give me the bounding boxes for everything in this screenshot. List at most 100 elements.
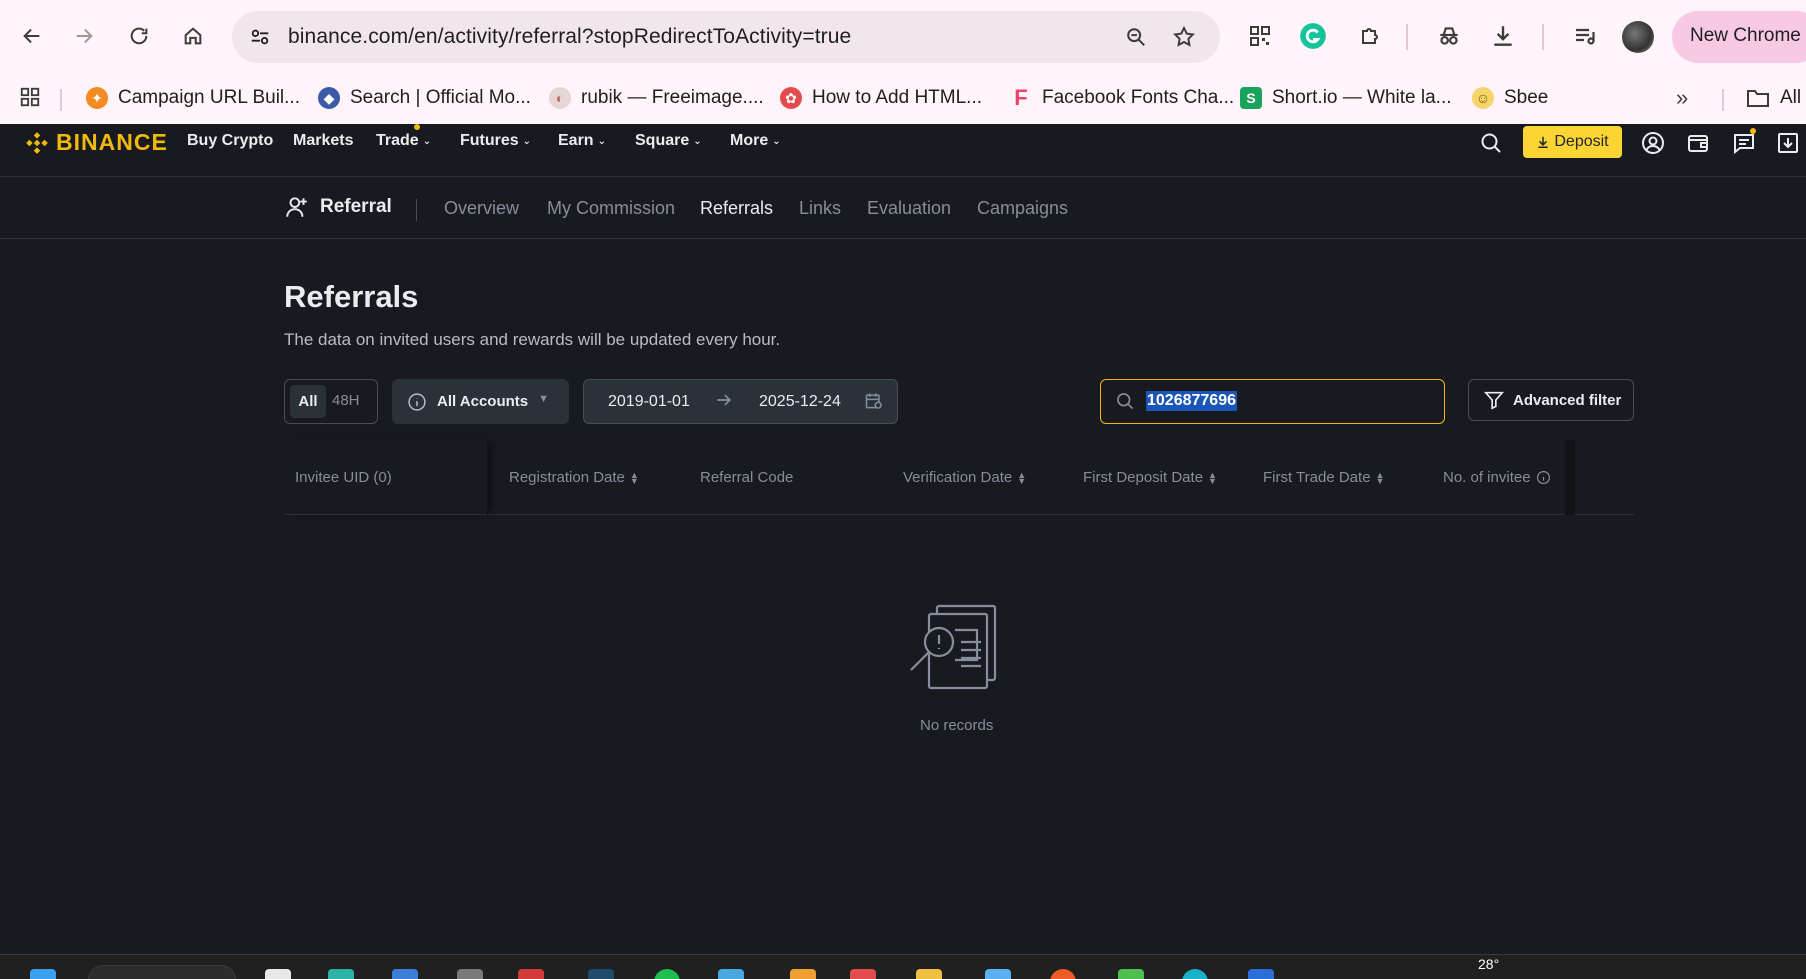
taskbar-search[interactable]	[88, 965, 236, 979]
column-first-trade-date[interactable]: First Trade Date ▲ ▼	[1263, 469, 1384, 486]
taskbar-app-icon[interactable]	[588, 969, 614, 979]
calendar-icon[interactable]	[864, 391, 884, 416]
zoom-icon[interactable]	[1122, 23, 1150, 51]
nav-more[interactable]: More ⌄	[730, 132, 781, 150]
apps-grid-icon[interactable]	[16, 83, 44, 111]
media-queue-icon[interactable]	[1566, 17, 1604, 55]
taskbar-app-icon[interactable]	[392, 969, 418, 979]
advanced-filter-button[interactable]: Advanced filter	[1468, 379, 1634, 421]
taskbar-app-icon[interactable]	[790, 969, 816, 979]
taskbar-app-icon[interactable]	[265, 969, 291, 979]
bookmark-label: rubik — Freeimage....	[581, 87, 764, 108]
taskbar-app-icon[interactable]	[850, 969, 876, 979]
column-referral-code: Referral Code	[700, 469, 793, 486]
site-settings-icon[interactable]	[246, 23, 274, 51]
taskbar-app-icon[interactable]	[328, 969, 354, 979]
binance-logo[interactable]: BINANCE	[24, 129, 168, 156]
download-icon[interactable]	[1484, 17, 1522, 55]
chevron-down-icon: ⌄	[422, 135, 432, 147]
tab-evaluation[interactable]: Evaluation	[867, 198, 951, 219]
date-start[interactable]: 2019-01-01	[608, 393, 690, 411]
nav-trade[interactable]: Trade ⌄	[376, 132, 431, 150]
taskbar-app-icon[interactable]	[1118, 969, 1144, 979]
binance-app: BINANCE Buy Crypto Markets Trade ⌄ Future…	[0, 124, 1806, 954]
tab-referrals[interactable]: Referrals	[700, 198, 773, 219]
profile-avatar[interactable]	[1622, 21, 1654, 53]
period-all-button[interactable]: All	[290, 385, 326, 418]
sort-icon[interactable]: ▲ ▼	[1208, 470, 1217, 485]
more-bookmarks-button[interactable]: »	[1676, 81, 1688, 115]
bookmark-label: Campaign URL Buil...	[118, 87, 300, 108]
column-verification-date[interactable]: Verification Date ▲ ▼	[903, 469, 1026, 486]
bookmark-item[interactable]: ✦ Campaign URL Buil...	[86, 81, 300, 115]
tab-my-commission[interactable]: My Commission	[547, 198, 675, 219]
extensions-puzzle-icon[interactable]	[1351, 17, 1389, 55]
caret-down-icon: ▼	[538, 393, 549, 405]
nav-futures[interactable]: Futures ⌄	[460, 132, 531, 150]
toolbar-divider	[1406, 24, 1408, 50]
address-bar[interactable]: binance.com/en/activity/referral?stopRed…	[232, 11, 1220, 63]
bookmark-item[interactable]: ✿ How to Add HTML...	[780, 81, 982, 115]
column-label: Invitee UID (0)	[295, 469, 392, 486]
nav-markets[interactable]: Markets	[293, 132, 353, 150]
reload-button[interactable]	[119, 16, 159, 56]
date-range-picker[interactable]: 2019-01-01 2025-12-24	[583, 379, 898, 424]
home-button[interactable]	[173, 16, 213, 56]
sort-icon[interactable]: ▲ ▼	[1376, 470, 1385, 485]
all-bookmarks-button[interactable]: All	[1746, 81, 1801, 115]
date-end[interactable]: 2025-12-24	[759, 393, 841, 411]
add-user-icon	[286, 197, 307, 217]
weather-temperature[interactable]: 28°	[1478, 956, 1499, 972]
tab-links[interactable]: Links	[799, 198, 841, 219]
wallet-button[interactable]	[1683, 128, 1713, 158]
referral-subnav: Referral Overview My Commission Referral…	[0, 177, 1806, 239]
search-button[interactable]	[1476, 128, 1506, 158]
bookmark-item[interactable]: S Short.io — White la...	[1240, 81, 1452, 115]
arrow-left-icon	[23, 28, 40, 44]
search-favicon-icon: ◆	[318, 87, 340, 109]
windows-start-icon[interactable]	[30, 969, 56, 979]
back-button[interactable]	[12, 16, 52, 56]
bookmark-item[interactable]: ◆ Search | Official Mo...	[318, 81, 531, 115]
forward-button[interactable]	[64, 16, 104, 56]
info-icon[interactable]	[1536, 470, 1551, 485]
qr-code-icon[interactable]	[1241, 17, 1279, 55]
filter-funnel-icon	[1483, 391, 1505, 410]
new-chrome-button[interactable]: New Chrome a	[1672, 11, 1806, 63]
taskbar-app-icon[interactable]	[1248, 969, 1274, 979]
account-button[interactable]	[1638, 128, 1668, 158]
taskbar-app-icon[interactable]	[518, 969, 544, 979]
taskbar-app-icon[interactable]	[1182, 969, 1208, 979]
wallet-icon	[1688, 135, 1708, 152]
accounts-dropdown[interactable]: All Accounts ▼	[392, 379, 569, 424]
bookmark-item[interactable]: ☺ Sbee	[1472, 81, 1548, 115]
nav-earn[interactable]: Earn ⌄	[558, 132, 606, 150]
tab-overview[interactable]: Overview	[444, 198, 519, 219]
taskbar-app-icon[interactable]	[718, 969, 744, 979]
bookmark-item[interactable]: ◐ rubik — Freeimage....	[549, 81, 764, 115]
sort-icon[interactable]: ▲ ▼	[1017, 470, 1026, 485]
download-app-button[interactable]	[1773, 128, 1803, 158]
taskbar-app-icon[interactable]	[916, 969, 942, 979]
nav-label: Futures	[460, 132, 519, 149]
taskbar-app-icon[interactable]	[457, 969, 483, 979]
sort-icon[interactable]: ▲ ▼	[630, 470, 639, 485]
period-48h-button[interactable]: 48H	[332, 392, 360, 409]
bookmark-item[interactable]: F Facebook Fonts Cha...	[1010, 81, 1234, 115]
column-registration-date[interactable]: Registration Date ▲ ▼	[509, 469, 639, 486]
deposit-button[interactable]: Deposit	[1523, 126, 1622, 158]
tab-campaigns[interactable]: Campaigns	[977, 198, 1068, 219]
referral-brand[interactable]: Referral	[284, 194, 392, 220]
column-first-deposit-date[interactable]: First Deposit Date ▲ ▼	[1083, 469, 1217, 486]
grammarly-icon[interactable]	[1294, 17, 1332, 55]
taskbar-app-icon[interactable]	[1050, 969, 1076, 979]
uid-search-input[interactable]: 1026877696	[1100, 379, 1445, 424]
nav-label: Square	[635, 132, 690, 149]
nav-square[interactable]: Square ⌄	[635, 132, 702, 150]
incognito-icon[interactable]	[1430, 17, 1468, 55]
taskbar-app-icon[interactable]	[654, 969, 680, 979]
taskbar-app-icon[interactable]	[985, 969, 1011, 979]
chevron-down-icon: ⌄	[693, 135, 702, 147]
bookmark-star-icon[interactable]	[1170, 23, 1198, 51]
nav-buy-crypto[interactable]: Buy Crypto	[187, 132, 273, 150]
